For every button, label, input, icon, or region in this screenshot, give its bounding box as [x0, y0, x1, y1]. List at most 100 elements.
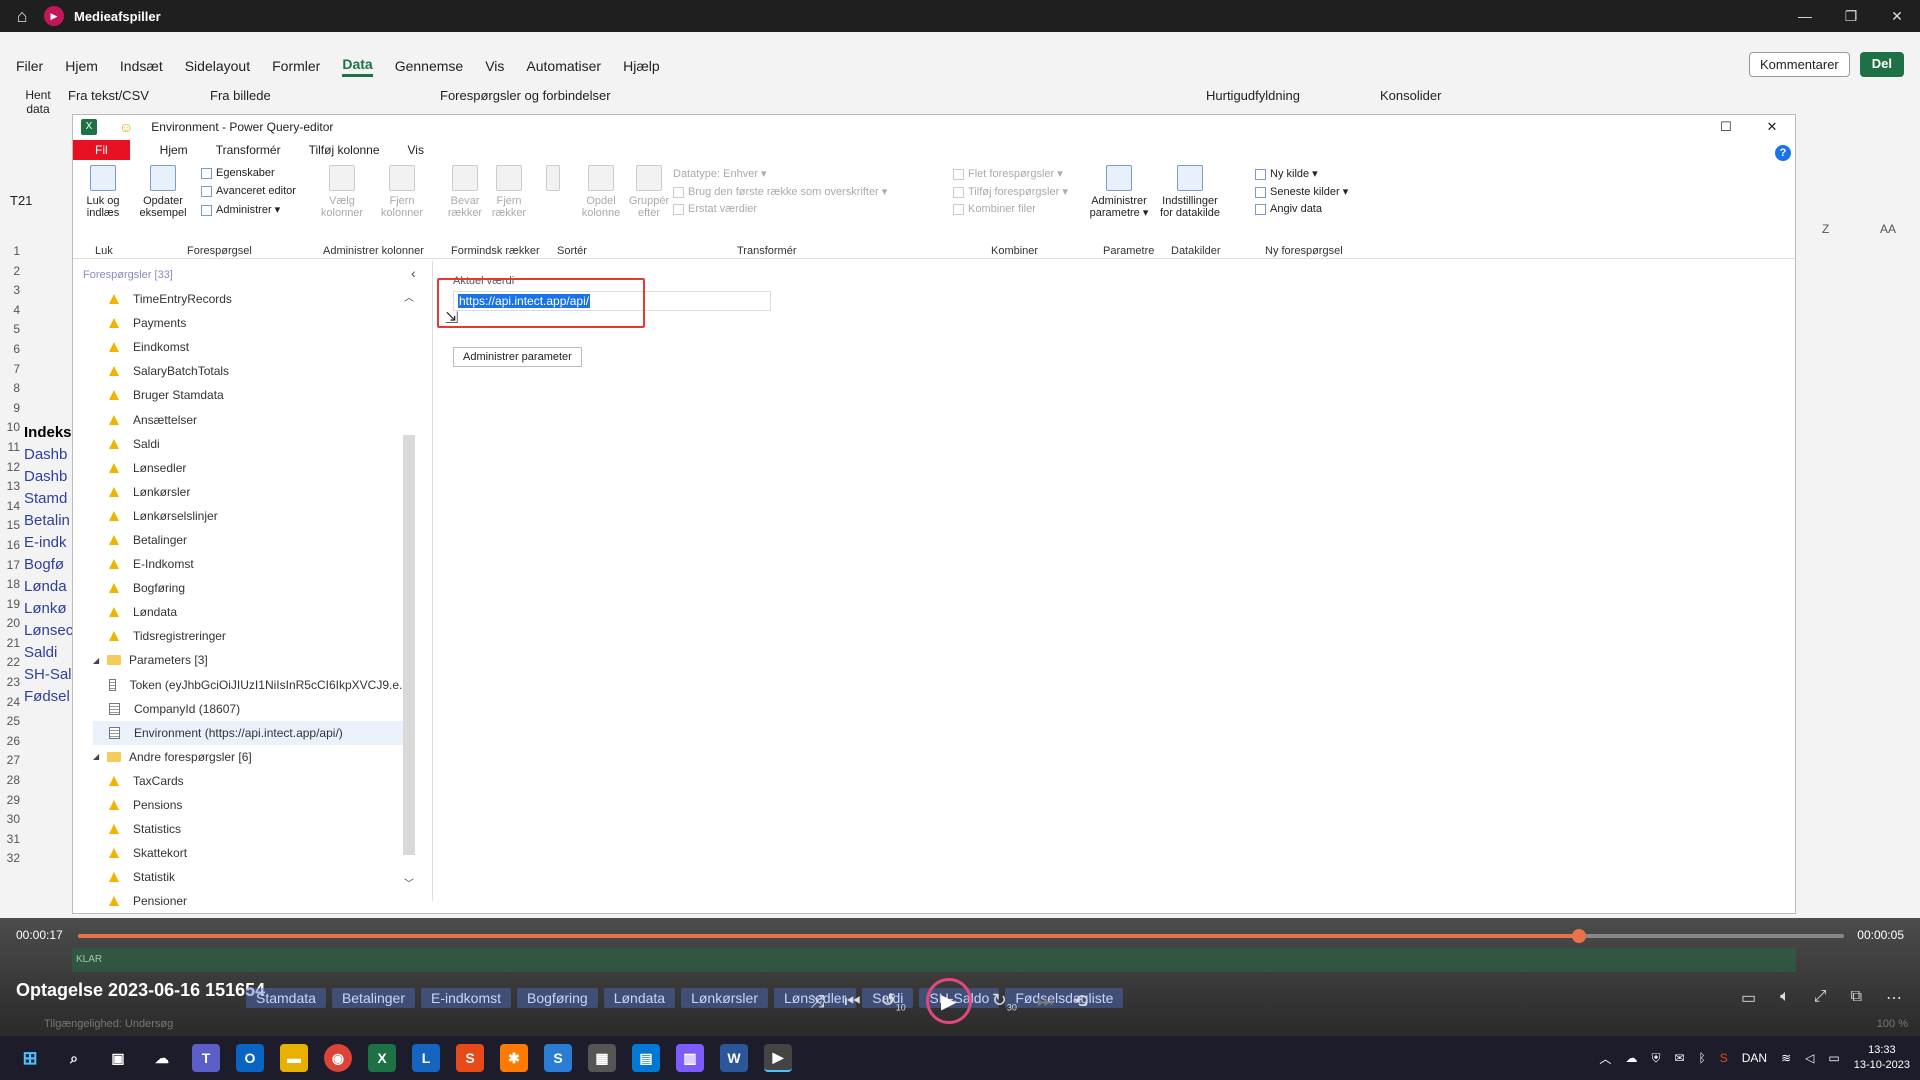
replace-values-button[interactable]: Erstat værdier [673, 203, 757, 215]
pq-close-icon[interactable]: ✕ [1749, 115, 1795, 139]
search-icon[interactable]: ⌕ [60, 1044, 88, 1072]
next-icon[interactable]: ⏭ [1037, 991, 1053, 1012]
row-header[interactable]: 13 [0, 477, 20, 497]
query-item[interactable]: Saldi [93, 432, 409, 456]
tray-overflow-icon[interactable]: ︿ [1599, 1050, 1611, 1067]
excel-tab-0[interactable]: Filer [16, 58, 43, 74]
queries-connections-button[interactable]: Forespørgsler og forbindelser [440, 88, 611, 103]
help-icon[interactable]: ? [1775, 145, 1791, 161]
previous-icon[interactable]: ⏮ [844, 991, 860, 1012]
row-header[interactable]: 12 [0, 458, 20, 478]
s-tray-icon[interactable]: S [1720, 1051, 1728, 1065]
expand-triangle-icon[interactable]: ◢ [93, 656, 103, 665]
get-data-button[interactable]: Hent data [18, 88, 58, 116]
skip-back-icon[interactable]: ↺10 [881, 990, 906, 1013]
new-source-button[interactable]: Ny kilde ▾ [1255, 167, 1318, 180]
query-item[interactable]: TimeEntryRecords [93, 287, 409, 311]
sheet-cell[interactable]: E-indk [24, 532, 72, 554]
collapse-pane-icon[interactable]: ‹ [411, 265, 416, 281]
close-icon[interactable]: ✕ [1874, 0, 1920, 32]
sheet-tab[interactable]: Stamdata [246, 988, 326, 1008]
pq-maximize-icon[interactable]: ☐ [1703, 115, 1749, 139]
seek-bar-knob[interactable] [1572, 929, 1587, 943]
row-header[interactable]: 5 [0, 320, 20, 340]
more-options-icon[interactable]: ⋯ [1886, 988, 1902, 1008]
query-item[interactable]: Lønkørsler [93, 480, 409, 504]
task-view-icon[interactable]: ▣ [104, 1044, 132, 1072]
row-header[interactable]: 22 [0, 653, 20, 673]
sheet-tab[interactable]: Bogføring [517, 988, 598, 1008]
excel-tab-9[interactable]: Hjælp [623, 58, 660, 74]
sheet-cell[interactable]: Indeks [24, 422, 72, 444]
query-item[interactable]: Lønkørselslinjer [93, 504, 409, 528]
query-item[interactable]: TaxCards [93, 769, 409, 793]
fullscreen-icon[interactable]: ⤢ [1814, 988, 1827, 1008]
outlook-icon[interactable]: O [236, 1044, 264, 1072]
pq-tab-3[interactable]: Tilføj kolonne [309, 143, 380, 157]
row-header[interactable]: 10 [0, 418, 20, 438]
row-header[interactable]: 14 [0, 497, 20, 517]
scroll-thumb[interactable] [403, 435, 415, 855]
sheet-cell[interactable]: Lønsec [24, 620, 72, 642]
query-item[interactable]: Bogføring [93, 576, 409, 600]
sheet-cell[interactable]: Stamd [24, 488, 72, 510]
query-item[interactable]: Statistics [93, 817, 409, 841]
query-item[interactable]: ◢ Andre forespørgsler [6] [93, 745, 409, 769]
query-item[interactable]: Tidsregistreringer [93, 624, 409, 648]
excel-tab-3[interactable]: Sidelayout [185, 58, 250, 74]
pq-tab-4[interactable]: Vis [408, 143, 424, 157]
row-header[interactable]: 3 [0, 281, 20, 301]
row-header[interactable]: 28 [0, 771, 20, 791]
manage-parameters-button[interactable]: Administrer parametre ▾ [1087, 165, 1151, 219]
sheet-tab[interactable]: Løndata [603, 988, 676, 1008]
row-header[interactable]: 6 [0, 340, 20, 360]
sheet-cell[interactable]: Lønkø [24, 598, 72, 620]
query-item[interactable]: Skattekort [93, 841, 409, 865]
pq-tab-1[interactable]: Hjem [160, 143, 188, 157]
sheet-cell[interactable]: Fødsel [24, 686, 72, 708]
seek-bar[interactable] [78, 929, 1844, 943]
mini-player-icon[interactable]: ⧉ [1851, 988, 1862, 1008]
captions-icon[interactable]: ▭ [1741, 988, 1756, 1008]
start-icon[interactable]: ⊞ [16, 1044, 44, 1072]
query-item[interactable]: Payments [93, 311, 409, 335]
media-player-icon[interactable]: ▶ [764, 1044, 792, 1072]
asterisk-app-icon[interactable]: ✱ [500, 1044, 528, 1072]
query-item[interactable]: Betalinger [93, 528, 409, 552]
query-item[interactable]: CompanyId (18607) [93, 697, 409, 721]
query-item[interactable]: Eindkomst [93, 335, 409, 359]
group-by-button[interactable]: Gruppér efter [625, 165, 673, 219]
properties-button[interactable]: Egenskaber [201, 167, 275, 179]
merge-queries-button[interactable]: Flet forespørgsler ▾ [953, 167, 1063, 180]
word-icon[interactable]: W [720, 1044, 748, 1072]
feedback-smiley-icon[interactable]: ☺ [119, 119, 133, 135]
query-item[interactable]: E-Indkomst [93, 552, 409, 576]
l-app-icon[interactable]: L [412, 1044, 440, 1072]
home-icon[interactable]: ⌂ [0, 6, 44, 27]
calculator-icon[interactable]: ▦ [588, 1044, 616, 1072]
sheet-cell[interactable]: Betalin [24, 510, 72, 532]
recent-sources-button[interactable]: Seneste kilder ▾ [1255, 185, 1348, 198]
sheet-cell[interactable]: Dashb [24, 466, 72, 488]
onedrive-icon[interactable]: ☁ [1625, 1051, 1637, 1065]
row-header[interactable]: 21 [0, 634, 20, 654]
row-header[interactable]: 15 [0, 516, 20, 536]
refresh-preview-button[interactable]: Opdater eksempel [135, 165, 191, 219]
query-item[interactable]: Løndata [93, 600, 409, 624]
pq-tab-2[interactable]: Transformér [216, 143, 281, 157]
excel-tab-6[interactable]: Gennemse [395, 58, 463, 74]
sheet-tab[interactable]: Betalinger [331, 988, 415, 1008]
row-header[interactable]: 18 [0, 575, 20, 595]
row-header[interactable]: 20 [0, 614, 20, 634]
query-item[interactable]: Pensions [93, 793, 409, 817]
row-header[interactable]: 2 [0, 262, 20, 282]
row-header[interactable]: 23 [0, 673, 20, 693]
expand-triangle-icon[interactable]: ◢ [93, 752, 103, 761]
from-text-button[interactable]: Fra tekst/CSV [68, 88, 149, 103]
row-header[interactable]: 19 [0, 595, 20, 615]
excel-tab-4[interactable]: Formler [272, 58, 320, 74]
excel-tab-2[interactable]: Indsæt [120, 58, 163, 74]
minimize-icon[interactable]: — [1782, 0, 1828, 32]
sheet-tab[interactable]: Lønkørsler [681, 988, 768, 1008]
language-indicator[interactable]: DAN [1742, 1051, 1767, 1065]
